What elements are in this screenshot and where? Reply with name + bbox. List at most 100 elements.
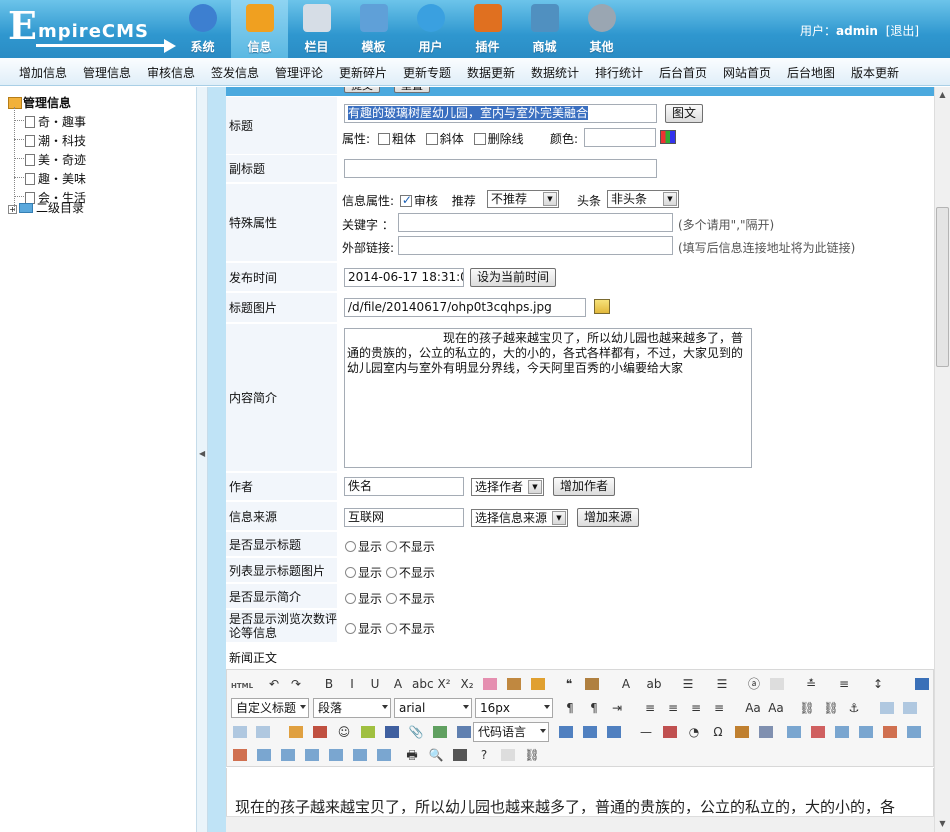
sub-nav-item[interactable]: 增加信息 bbox=[19, 64, 67, 81]
main-nav-gear[interactable]: 其他 bbox=[573, 0, 630, 58]
main-nav-window-template[interactable]: 模板 bbox=[345, 0, 402, 58]
font-border-icon[interactable]: A bbox=[389, 675, 407, 693]
author-select[interactable]: 选择作者 ▼ bbox=[471, 478, 544, 496]
sub-nav-item[interactable]: 网站首页 bbox=[723, 64, 771, 81]
main-nav-card[interactable]: 商城 bbox=[516, 0, 573, 58]
rtl-icon[interactable]: ¶ bbox=[585, 699, 603, 717]
keywords-input[interactable] bbox=[398, 213, 673, 232]
subscript-icon[interactable]: X₂ bbox=[458, 675, 476, 693]
link-icon[interactable]: ⛓ bbox=[798, 699, 816, 717]
date-icon[interactable] bbox=[661, 723, 679, 741]
audit-checkbox[interactable] bbox=[399, 193, 412, 207]
special-char-icon[interactable]: Ω bbox=[709, 723, 727, 741]
unlink-icon[interactable]: ⛓ bbox=[822, 699, 840, 717]
split-cols-icon[interactable] bbox=[375, 746, 393, 764]
merge-right-icon[interactable] bbox=[279, 746, 297, 764]
font-size-select[interactable]: 16px bbox=[475, 698, 553, 718]
attachment-icon[interactable]: 📎 bbox=[407, 723, 425, 741]
paragraph-select[interactable]: 段落 bbox=[313, 698, 391, 718]
map-icon[interactable] bbox=[431, 723, 449, 741]
subtitle-input[interactable] bbox=[344, 159, 657, 178]
vertical-scrollbar[interactable]: ▲ ▼ bbox=[934, 87, 950, 832]
horizontal-rule-icon[interactable]: — bbox=[637, 723, 655, 741]
headline-select[interactable]: 非头条 ▼ bbox=[607, 190, 679, 208]
tree-item[interactable]: 趣・美味 bbox=[25, 170, 86, 187]
tree-root[interactable]: 管理信息 bbox=[8, 94, 71, 111]
tree-item[interactable]: 美・奇迹 bbox=[25, 151, 86, 168]
color-input[interactable] bbox=[584, 128, 656, 147]
case-upper-icon[interactable]: Aa bbox=[744, 699, 762, 717]
select-all-icon[interactable]: ⓐ bbox=[745, 675, 763, 693]
show-views-yes-radio[interactable] bbox=[345, 623, 356, 634]
background-icon[interactable] bbox=[605, 723, 623, 741]
split-rows-icon[interactable] bbox=[351, 746, 369, 764]
recommend-select[interactable]: 不推荐 ▼ bbox=[487, 190, 559, 208]
bold-icon[interactable]: B bbox=[320, 675, 338, 693]
auto-format-icon[interactable] bbox=[529, 675, 547, 693]
sub-nav-item[interactable]: 排行统计 bbox=[595, 64, 643, 81]
page-break-icon[interactable] bbox=[557, 723, 575, 741]
eraser-icon[interactable] bbox=[481, 675, 499, 693]
unordered-list-icon[interactable]: ☰ bbox=[713, 675, 731, 693]
external-link-input[interactable] bbox=[398, 236, 673, 255]
sub-nav-item[interactable]: 管理评论 bbox=[275, 64, 323, 81]
html-source-icon[interactable]: HTML bbox=[231, 675, 253, 693]
sub-nav-item[interactable]: 管理信息 bbox=[83, 64, 131, 81]
intro-textarea[interactable]: 现在的孩子越来越宝贝了，所以幼儿园也越来越多了，普通的贵族的，公立的私立的，大的… bbox=[344, 328, 752, 468]
image-left-icon[interactable] bbox=[878, 699, 896, 717]
row-spacing-top-icon[interactable]: ≛ bbox=[802, 675, 820, 693]
wordimage-icon[interactable] bbox=[733, 723, 751, 741]
emotion-icon[interactable]: ☺ bbox=[335, 723, 353, 741]
list-pic-no-radio[interactable] bbox=[385, 567, 397, 578]
underline-icon[interactable]: U bbox=[366, 675, 384, 693]
line-height-icon[interactable]: ↕ bbox=[869, 675, 887, 693]
multi-image-icon[interactable] bbox=[311, 723, 329, 741]
row-spacing-bottom-icon[interactable]: ≡ bbox=[835, 675, 853, 693]
italic-icon[interactable]: I bbox=[343, 675, 361, 693]
ordered-list-icon[interactable]: ☰ bbox=[679, 675, 697, 693]
font-color-icon[interactable]: A bbox=[617, 675, 635, 693]
fullscreen-icon[interactable] bbox=[913, 675, 931, 693]
time-icon[interactable]: ◔ bbox=[685, 723, 703, 741]
align-justify-icon[interactable]: ≡ bbox=[710, 699, 728, 717]
blockquote-icon[interactable]: ❝ bbox=[560, 675, 578, 693]
scroll-up-icon[interactable]: ▲ bbox=[935, 87, 950, 103]
superscript-icon[interactable]: X² bbox=[435, 675, 453, 693]
logout-link[interactable]: [退出] bbox=[886, 24, 919, 38]
insert-frame-icon[interactable] bbox=[455, 723, 473, 741]
show-title-no-radio[interactable] bbox=[385, 541, 397, 552]
strike-checkbox[interactable] bbox=[473, 133, 486, 145]
delete-table-icon[interactable] bbox=[809, 723, 827, 741]
image-right-icon[interactable] bbox=[901, 699, 919, 717]
sub-nav-item[interactable]: 数据统计 bbox=[531, 64, 579, 81]
sub-nav-item[interactable]: 审核信息 bbox=[147, 64, 195, 81]
title-input[interactable]: 有趣的玻璃树屋幼儿园，室内与室外完美融合 bbox=[344, 104, 657, 123]
print-icon[interactable]: 🖶 bbox=[403, 746, 421, 764]
strikethrough-icon[interactable]: abc bbox=[412, 675, 434, 693]
source-input[interactable]: 互联网 bbox=[344, 508, 464, 527]
insert-para-icon[interactable] bbox=[833, 723, 851, 741]
tree-folder-secondary[interactable]: + 二级目录 bbox=[8, 199, 84, 216]
merge-down-icon[interactable] bbox=[303, 746, 321, 764]
align-center-icon[interactable]: ≡ bbox=[664, 699, 682, 717]
font-family-select[interactable]: arial bbox=[394, 698, 472, 718]
sub-nav-item[interactable]: 版本更新 bbox=[851, 64, 899, 81]
image-center-icon[interactable] bbox=[254, 723, 272, 741]
sub-nav-item[interactable]: 后台首页 bbox=[659, 64, 707, 81]
main-nav-tools[interactable]: 插件 bbox=[459, 0, 516, 58]
insert-col-icon[interactable] bbox=[905, 723, 923, 741]
expand-plus-icon[interactable]: + bbox=[8, 205, 17, 214]
redo-icon[interactable]: ↷ bbox=[287, 675, 305, 693]
delete-col-icon[interactable] bbox=[231, 746, 249, 764]
scroll-thumb[interactable] bbox=[936, 207, 949, 367]
main-nav-folder[interactable]: 栏目 bbox=[288, 0, 345, 58]
sub-nav-item[interactable]: 后台地图 bbox=[787, 64, 835, 81]
split-cells-icon[interactable] bbox=[327, 746, 345, 764]
collapse-arrow-icon[interactable]: ◀ bbox=[199, 449, 205, 458]
submit-button[interactable]: 提交 bbox=[344, 87, 380, 93]
tree-item[interactable]: 奇・趣事 bbox=[25, 113, 86, 130]
author-input[interactable]: 佚名 bbox=[344, 477, 464, 496]
merge-cells-icon[interactable] bbox=[255, 746, 273, 764]
format-brush-icon[interactable] bbox=[505, 675, 523, 693]
scroll-down-icon[interactable]: ▼ bbox=[935, 816, 950, 832]
